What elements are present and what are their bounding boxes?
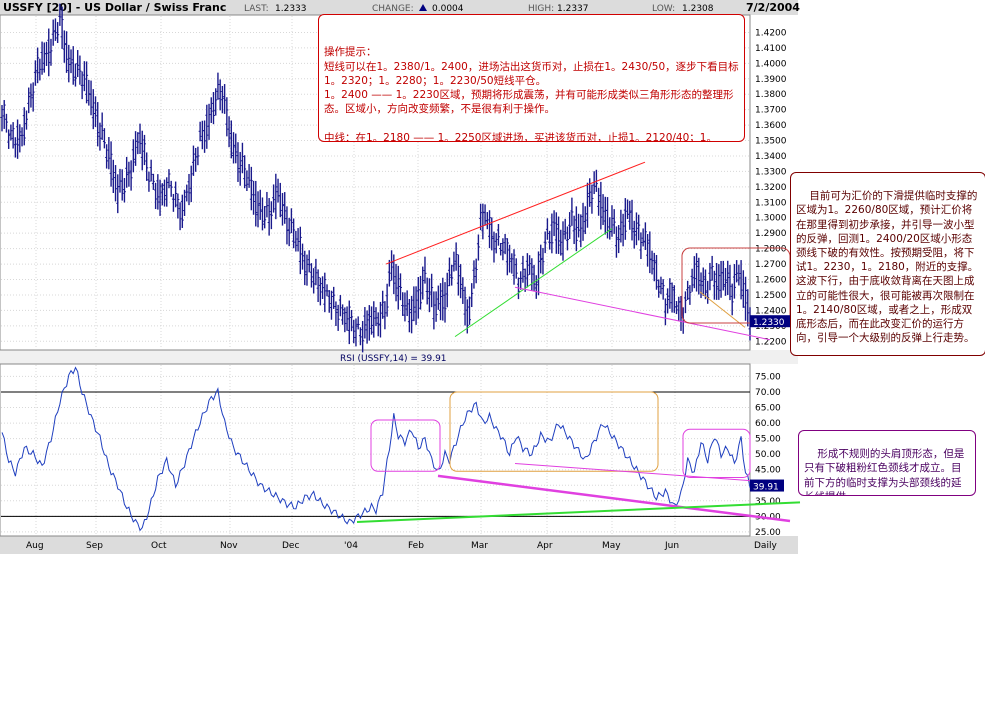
rsi-tick-label: 75.00 bbox=[755, 372, 781, 382]
price-tick-label: 1.2700 bbox=[755, 260, 787, 270]
note-operation-text: 短线可以在1。2380/1。2400，进场沽出这货币对，止损在1。2430/50… bbox=[324, 60, 739, 142]
red-channel-line bbox=[385, 161, 646, 265]
price-tick-label: 1.2800 bbox=[755, 245, 787, 255]
price-tick-label: 1.2600 bbox=[755, 276, 787, 286]
header-date: 7/2/2004 bbox=[746, 1, 800, 14]
x-tick-label: Mar bbox=[471, 541, 488, 551]
rsi-tick-label: 25.00 bbox=[755, 528, 781, 538]
note-head-shoulders-text: 形成不规则的头肩顶形态，但是只有下破粗粉红色颈线才成立。目前下方的临时支撑为头部… bbox=[804, 448, 965, 495]
x-tick-label: Oct bbox=[151, 541, 167, 551]
x-tick-label: '04 bbox=[344, 541, 358, 551]
price-tick-label: 1.2900 bbox=[755, 229, 787, 239]
forex-chart: USSFY [20] - US Dollar / Swiss Franc LAST… bbox=[0, 0, 985, 701]
header-last-value: 1.2333 bbox=[275, 4, 307, 14]
price-tick-label: 1.3000 bbox=[755, 214, 787, 224]
x-tick-label: Aug bbox=[26, 541, 44, 551]
note-support-analysis: 目前可为汇价的下滑提供临时支撑的区域为1。2260/80区域，预计汇价将在那里得… bbox=[790, 172, 985, 356]
price-tick-label: 1.3900 bbox=[755, 75, 787, 85]
x-axis-period-label: Daily bbox=[754, 541, 777, 551]
header-change-label: CHANGE: bbox=[372, 4, 414, 14]
price-tick-label: 1.3700 bbox=[755, 106, 787, 116]
rsi-tick-label: 70.00 bbox=[755, 388, 781, 398]
note-head-shoulders: 形成不规则的头肩顶形态，但是只有下破粗粉红色颈线才成立。目前下方的临时支撑为头部… bbox=[798, 430, 976, 496]
price-tick-label: 1.3300 bbox=[755, 167, 787, 177]
header-change-value: 0.0004 bbox=[432, 4, 464, 14]
x-tick-label: Feb bbox=[408, 541, 424, 551]
note-support-text: 目前可为汇价的下滑提供临时支撑的区域为1。2260/80区域，预计汇价将在那里得… bbox=[796, 190, 979, 345]
price-tick-label: 1.3800 bbox=[755, 90, 787, 100]
rsi-tick-label: 55.00 bbox=[755, 435, 781, 445]
rsi-tick-label: 50.00 bbox=[755, 450, 781, 460]
rsi-right-shoulder-box bbox=[682, 428, 751, 478]
rsi-tick-label: 65.00 bbox=[755, 404, 781, 414]
rsi-tick-label: 60.00 bbox=[755, 419, 781, 429]
rsi-tick-label: 35.00 bbox=[755, 497, 781, 507]
price-tick-label: 1.2200 bbox=[755, 337, 787, 347]
rsi-tick-label: 45.00 bbox=[755, 466, 781, 476]
price-last-label: 1.2330 bbox=[753, 318, 785, 328]
header-last-label: LAST: bbox=[244, 4, 269, 14]
rsi-last-label: 39.91 bbox=[753, 483, 779, 493]
header-high-value: 1.2337 bbox=[557, 4, 589, 14]
price-tick-label: 1.3100 bbox=[755, 198, 787, 208]
price-tick-label: 1.4000 bbox=[755, 59, 787, 69]
price-tick-label: 1.2400 bbox=[755, 306, 787, 316]
header-low-value: 1.2308 bbox=[682, 4, 714, 14]
price-tick-label: 1.3200 bbox=[755, 183, 787, 193]
x-tick-label: Sep bbox=[86, 541, 103, 551]
header-high-label: HIGH: bbox=[528, 4, 554, 14]
x-tick-label: Apr bbox=[537, 541, 553, 551]
price-tick-label: 1.3400 bbox=[755, 152, 787, 162]
price-tick-label: 1.2500 bbox=[755, 291, 787, 301]
rsi-neckline-thick bbox=[437, 474, 791, 523]
price-tick-label: 1.3600 bbox=[755, 121, 787, 131]
rsi-title: RSI (USSFY,14) = 39.91 bbox=[340, 354, 447, 364]
x-tick-label: Dec bbox=[282, 541, 299, 551]
rsi-support-line bbox=[356, 501, 801, 523]
x-tick-label: Nov bbox=[220, 541, 238, 551]
orange-trend-line bbox=[699, 291, 746, 328]
note-operation-tips: 操作提示： 短线可以在1。2380/1。2400，进场沽出这货币对，止损在1。24… bbox=[318, 14, 745, 142]
rsi-left-shoulder-box bbox=[370, 419, 441, 472]
header-low-label: LOW: bbox=[652, 4, 675, 14]
note-operation-title: 操作提示： bbox=[324, 46, 377, 59]
header-symbol: USSFY [20] - US Dollar / Swiss Franc bbox=[3, 1, 226, 14]
price-tick-label: 1.4200 bbox=[755, 28, 787, 38]
price-tick-label: 1.3500 bbox=[755, 137, 787, 147]
x-tick-label: May bbox=[602, 541, 621, 551]
x-tick-label: Jun bbox=[664, 541, 679, 551]
price-tick-label: 1.4100 bbox=[755, 44, 787, 54]
